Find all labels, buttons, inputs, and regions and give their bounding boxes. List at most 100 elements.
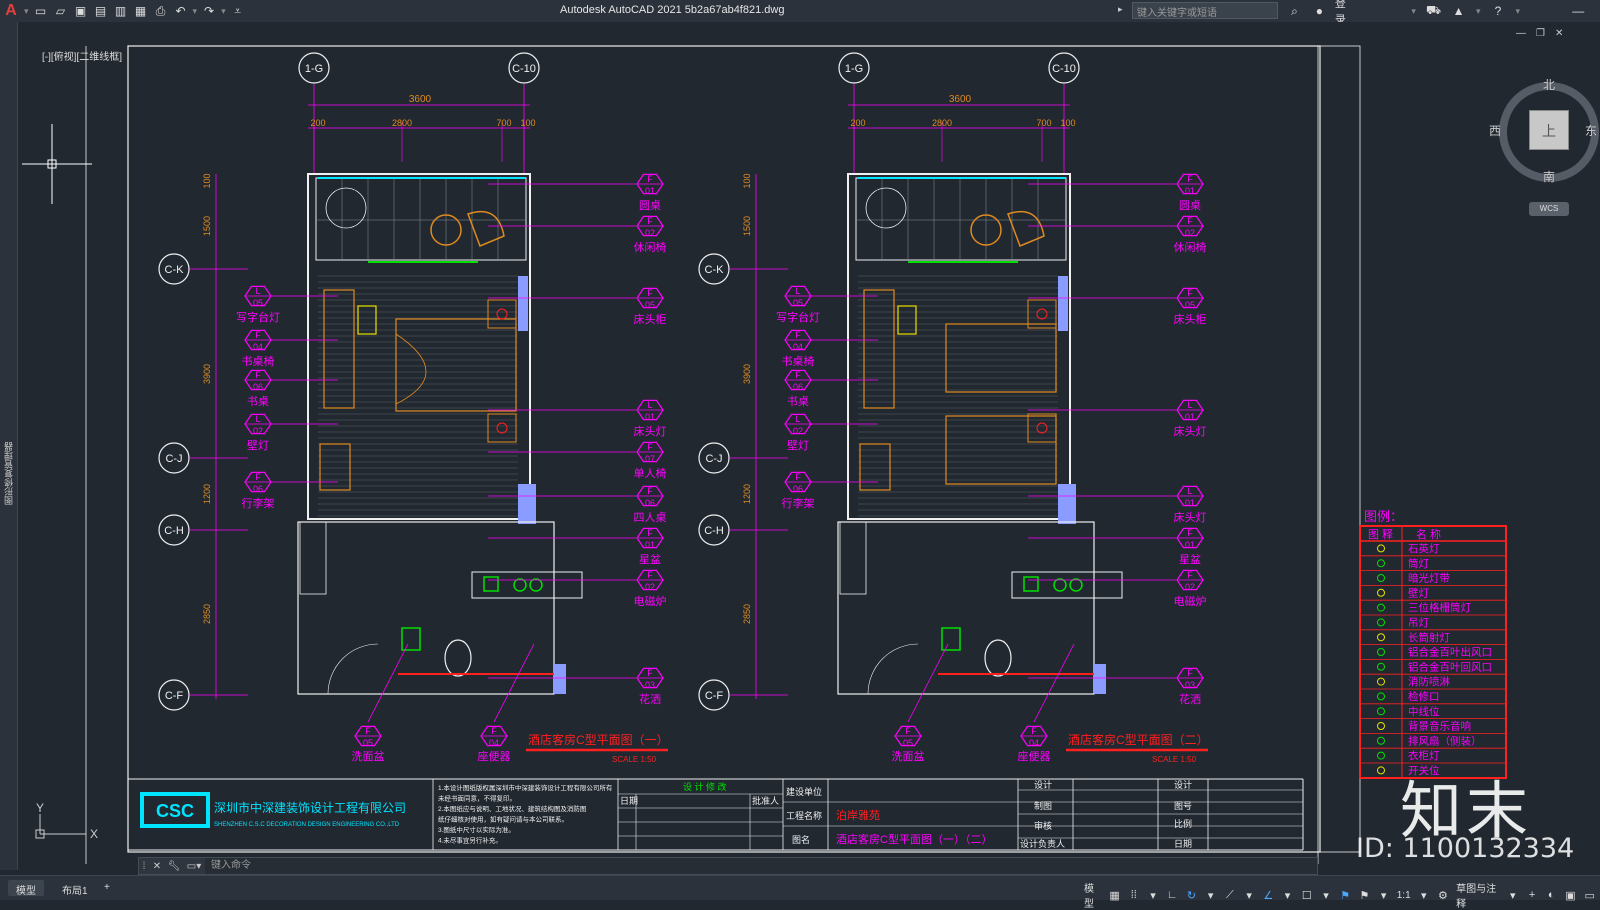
maximize-button[interactable]: ☐ (1595, 4, 1600, 18)
tag-f05: F 05 (636, 287, 664, 310)
legend-symbol-icon (1377, 618, 1385, 627)
viewcube-south[interactable]: 南 (1543, 168, 1555, 185)
user-icon[interactable]: ● (1312, 3, 1327, 19)
undo-icon[interactable]: ↶ (173, 3, 189, 19)
tag-code: F (647, 486, 653, 496)
drawing-canvas[interactable]: Y X 1-G C-10 3600 200 2800 700 100 C-K C-J C-H C-F… (18, 44, 1600, 869)
tag-f01: F 01 (636, 527, 664, 550)
cmd-grip-icon[interactable]: ⁞ (139, 861, 149, 872)
tag-f04: F 04 (1020, 725, 1048, 748)
tag-name: 星盆 (1179, 552, 1201, 566)
tag-f04: F 04 (784, 329, 812, 352)
customize-toolbar-icon[interactable]: ⩡ (230, 3, 246, 19)
legend-header-name: 名 称 (1416, 527, 1441, 541)
viewcube-west[interactable]: 西 (1489, 122, 1501, 139)
viewcube-top-face[interactable]: 上 (1529, 110, 1569, 150)
leader-line (907, 643, 949, 723)
axis-bubble-label: C-F (705, 690, 724, 702)
a360-dropdown-icon[interactable]: ▾ (1476, 6, 1481, 17)
wardrobe (839, 521, 867, 595)
plan-title: 酒店客房C型平面图（一） (528, 732, 669, 747)
annotation-scale-value[interactable]: 1:1 (1397, 890, 1411, 901)
tag-l05: L 05 (784, 285, 812, 308)
tab-layout1[interactable]: 布局1 (54, 880, 96, 897)
tag-code: F (1187, 288, 1193, 298)
tag-name: 座便器 (478, 749, 511, 763)
viewcube[interactable]: 北 南 东 西 上 WCS (1489, 76, 1600, 218)
csc-logo-text: CSC (156, 801, 194, 821)
company-name-cn: 深圳市中深建装饰设计工程有限公司 (214, 800, 406, 815)
save-icon[interactable]: ▣ (73, 3, 89, 19)
autocad-logo-icon[interactable]: A (0, 0, 22, 22)
tag-code: F (255, 370, 261, 380)
a360-icon[interactable]: ▲ (1451, 3, 1466, 19)
vp-minimize-button[interactable]: — (1516, 28, 1526, 39)
legend-item-name: 三位格栅筒灯 (1408, 601, 1471, 614)
drawing-recovery-manager-label[interactable]: 图形修复管理器 (2, 442, 15, 505)
cmd-recent-icon[interactable]: ▭▾ (183, 861, 205, 872)
expand-arrow-icon[interactable]: ▸ (1118, 4, 1123, 15)
floor-plan-two: 1-G C-10 3600 200 2800 700 100 C-K C-J C-H C-F 100 1… (698, 52, 1209, 764)
tag-number: 01 (1185, 412, 1195, 422)
tag-number: 06 (253, 484, 263, 494)
help-icon[interactable]: ? (1491, 3, 1506, 19)
axis-bubble-label: C-H (164, 525, 184, 537)
model-space-button[interactable]: 模型 (1084, 880, 1101, 910)
tag-name: 圆桌 (639, 199, 661, 212)
command-input[interactable]: 键入命令 (205, 858, 1317, 874)
tag-number: 02 (645, 582, 655, 592)
redo-dropdown-icon[interactable]: ▾ (221, 6, 226, 17)
wcs-menu[interactable]: WCS (1529, 202, 1569, 216)
vert-dim-value: 1200 (202, 484, 212, 504)
tag-number: 03 (645, 680, 655, 690)
tag-f02: F 02 (636, 569, 664, 592)
tag-number: 06 (793, 484, 803, 494)
tag-f01: F 01 (1176, 527, 1204, 550)
cmd-close-icon[interactable]: ✕ (149, 861, 165, 872)
tag-number: 05 (363, 738, 373, 748)
open-file-icon[interactable]: ▱ (53, 3, 69, 19)
app-menu-chevron-icon[interactable]: ▾ (24, 6, 29, 17)
wall-hatch (1094, 664, 1106, 694)
search-icon[interactable]: ⌕ (1287, 3, 1302, 19)
tag-name: 休闲椅 (634, 240, 667, 254)
tab-model[interactable]: 模型 (8, 880, 44, 897)
save-web-icon[interactable]: ▦ (133, 3, 149, 19)
tag-code: F (647, 216, 653, 226)
cart-icon[interactable]: ⛟ (1426, 3, 1441, 19)
search-input[interactable]: 键入关键字或短语 (1132, 2, 1278, 19)
legend-item-name: 检修口 (1408, 690, 1440, 703)
note-line: 未经书面同意，不得复印。 (438, 794, 516, 803)
drawing-viewport[interactable]: — ❐ ✕ [-][俯视][二维线框] Y X 1-G C-10 3600 200 28… (18, 22, 1600, 864)
redo-icon[interactable]: ↷ (201, 3, 217, 19)
vp-close-button[interactable]: ✕ (1555, 28, 1563, 39)
plan-scale: SCALE 1:50 (1152, 755, 1197, 764)
tag-name: 床头灯 (634, 424, 667, 438)
left-dock-strip[interactable]: 图形修复管理器 (0, 22, 18, 870)
induction-hob (513, 578, 527, 592)
new-file-icon[interactable]: ▭ (33, 3, 49, 19)
help-dropdown-icon[interactable]: ▾ (1515, 6, 1520, 17)
tag-code: F (491, 726, 497, 736)
vp-restore-button[interactable]: ❐ (1536, 28, 1545, 39)
open-web-icon[interactable]: ▥ (113, 3, 129, 19)
workspace-switch[interactable]: 草图与注释 (1456, 880, 1500, 910)
minimize-button[interactable]: — (1568, 4, 1589, 18)
bedside-lamp (1036, 308, 1048, 320)
plot-icon[interactable]: ⎙ (153, 3, 169, 19)
viewcube-east[interactable]: 东 (1585, 122, 1597, 139)
undo-dropdown-icon[interactable]: ▾ (193, 6, 198, 17)
save-as-icon[interactable]: ▤ (93, 3, 109, 19)
vert-dim-value: 2850 (202, 604, 212, 624)
tag-number: 06 (253, 382, 263, 392)
induction-hob (1053, 578, 1067, 592)
tag-f03: F 03 (636, 667, 664, 690)
leader-line (493, 643, 535, 723)
date2-label: 日期 (1174, 839, 1192, 849)
cmd-customize-icon[interactable]: 🔧︎ (165, 861, 183, 872)
viewcube-north[interactable]: 北 (1543, 76, 1555, 93)
tag-code: F (1187, 216, 1193, 226)
login-dropdown-icon[interactable]: ▾ (1411, 6, 1416, 17)
add-layout-button[interactable]: + (96, 880, 118, 896)
tag-number: 01 (1185, 498, 1195, 508)
